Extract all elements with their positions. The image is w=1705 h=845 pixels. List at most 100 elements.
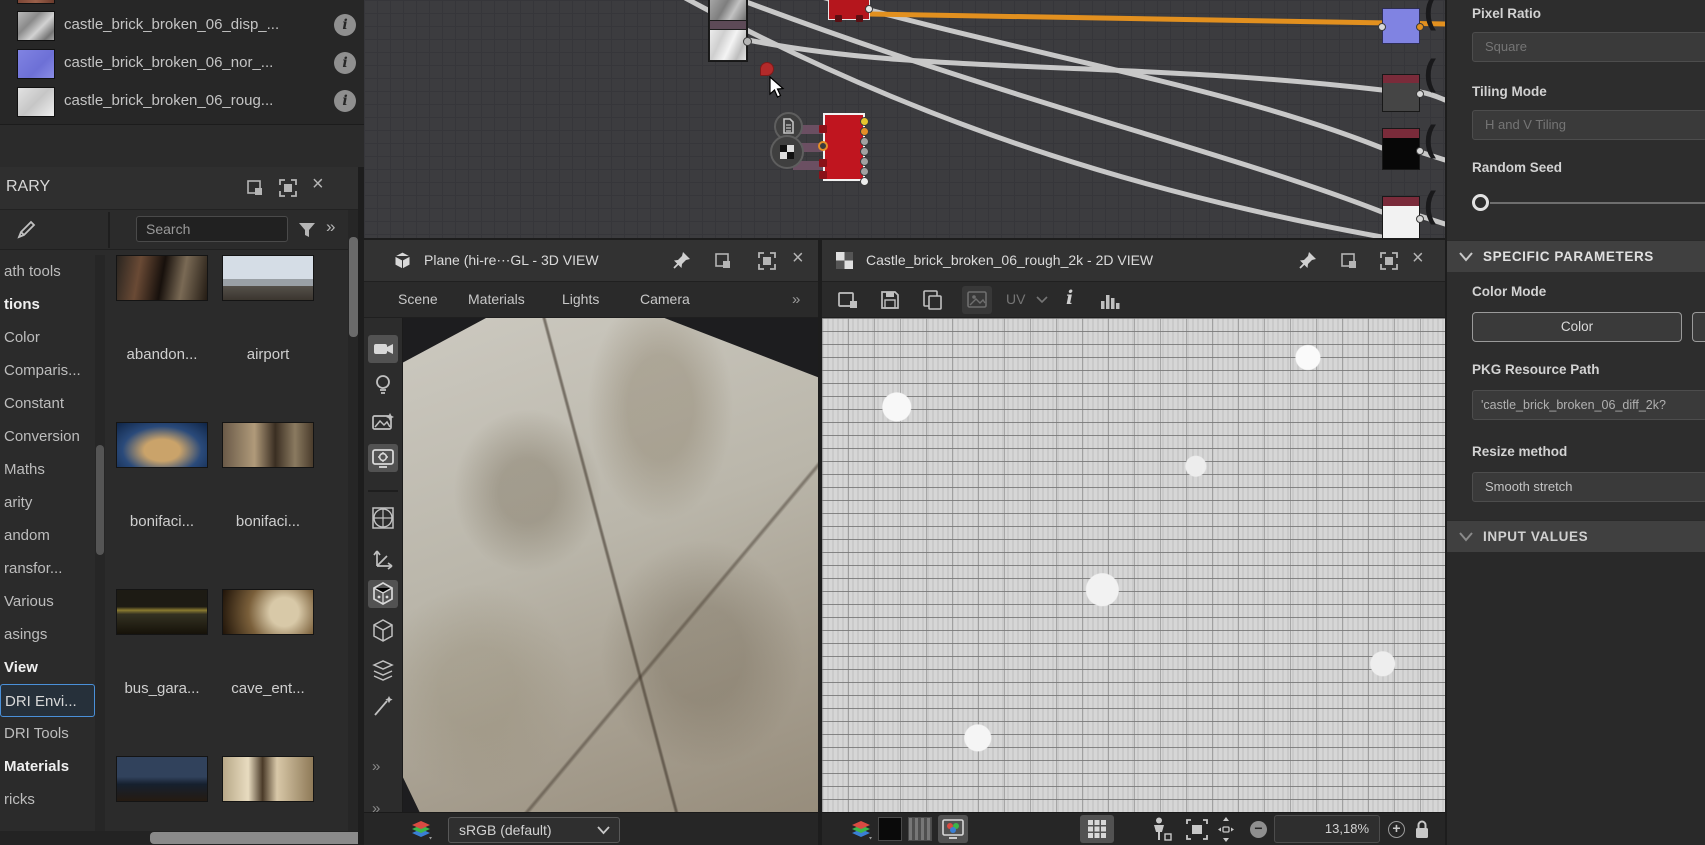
asset-item[interactable]: abandon... — [112, 240, 212, 407]
category-item[interactable]: ath tools — [0, 255, 95, 288]
input-port[interactable] — [819, 171, 827, 179]
asset-item[interactable]: bus_gara... — [112, 574, 212, 741]
category-item[interactable]: DRI Tools — [0, 717, 95, 750]
category-item[interactable]: andom — [0, 519, 95, 552]
information-icon[interactable]: i — [1066, 287, 1073, 309]
slider-knob[interactable] — [1472, 194, 1489, 211]
view2d-titlebar[interactable]: Castle_brick_broken_06_rough_2k - 2D VIE… — [822, 240, 1445, 282]
asset-item[interactable] — [112, 741, 212, 845]
slider-track[interactable] — [1490, 202, 1705, 204]
zoom-out-button[interactable]: − — [1250, 821, 1267, 838]
node-graph-canvas[interactable]: ( ( ( ( — [364, 0, 1445, 240]
fit-selection-icon[interactable] — [1184, 817, 1210, 842]
uv-mode-dropdown[interactable]: UV — [1006, 291, 1048, 307]
input-port[interactable] — [819, 159, 827, 167]
category-item[interactable]: Constant — [0, 387, 95, 420]
close-icon[interactable]: × — [312, 173, 334, 195]
info-icon[interactable]: i — [334, 90, 356, 112]
display-settings-button[interactable] — [368, 444, 398, 472]
save-icon[interactable] — [878, 288, 902, 312]
float-window-icon[interactable] — [244, 177, 266, 199]
textured-plane-3d[interactable] — [403, 318, 818, 812]
display-gamma-button[interactable] — [938, 815, 968, 843]
category-item[interactable]: Various — [0, 585, 95, 618]
light-bulb-button[interactable] — [368, 370, 398, 398]
view2d-viewport-brick-texture[interactable] — [822, 318, 1445, 812]
image-view-button-disabled[interactable] — [962, 286, 992, 314]
environment-image-button[interactable] — [368, 408, 398, 436]
mannequin-scale-icon[interactable] — [1148, 816, 1174, 843]
grayscale-mode-button-partial[interactable] — [1692, 312, 1705, 342]
pin-icon[interactable] — [672, 250, 692, 270]
colorspace-dropdown[interactable]: sRGB (default) — [448, 817, 620, 843]
zoom-actual-size-icon[interactable] — [1214, 816, 1238, 843]
graph-node-white[interactable] — [1382, 196, 1424, 238]
graph-node-normal-map[interactable] — [1378, 8, 1424, 44]
lock-icon[interactable] — [1412, 818, 1432, 842]
resource-row[interactable]: castle_brick_broken_06_disp_... i — [0, 10, 364, 43]
node-port[interactable] — [835, 15, 842, 22]
random-seed-slider[interactable] — [1472, 190, 1705, 216]
resource-row[interactable]: castle_brick_broken_06_roug... i — [0, 86, 364, 119]
colorspace-layers-icon[interactable] — [408, 817, 434, 843]
output-port[interactable] — [860, 147, 869, 156]
output-port[interactable] — [1416, 215, 1424, 223]
view3d-titlebar[interactable]: Plane (hi-re⋯GL - 3D VIEW × — [364, 240, 818, 282]
menu-materials[interactable]: Materials — [468, 291, 525, 307]
output-port[interactable] — [1416, 90, 1424, 98]
zoom-in-button[interactable]: + — [1388, 821, 1405, 838]
zoom-level-field[interactable]: 13,18% — [1274, 815, 1380, 843]
layers-button[interactable] — [368, 656, 398, 684]
input-port[interactable] — [1378, 23, 1386, 31]
category-item[interactable]: ricks — [0, 783, 95, 816]
float-window-icon[interactable] — [712, 250, 734, 272]
colorspace-layers-icon[interactable] — [848, 817, 874, 843]
background-color-swatch-striped[interactable] — [908, 817, 932, 841]
node-badge-checker-icon[interactable] — [770, 135, 804, 169]
input-port[interactable] — [819, 125, 827, 133]
output-port[interactable] — [860, 117, 869, 126]
filter-funnel-icon[interactable] — [296, 219, 318, 241]
background-color-swatch-black[interactable] — [878, 817, 902, 841]
float-window-icon[interactable] — [1338, 250, 1360, 272]
info-icon[interactable]: i — [334, 14, 356, 36]
node-port[interactable] — [856, 15, 863, 22]
view3d-viewport[interactable] — [403, 318, 818, 812]
category-item[interactable]: Maths — [0, 453, 95, 486]
input-port[interactable] — [818, 141, 828, 151]
node-port[interactable] — [865, 5, 873, 13]
output-port[interactable] — [860, 167, 869, 176]
menu-camera[interactable]: Camera — [640, 291, 690, 307]
tiling-grid-button[interactable] — [1080, 815, 1114, 843]
category-item[interactable]: ransfor... — [0, 552, 95, 585]
category-item[interactable]: arity — [0, 486, 95, 519]
asset-item[interactable]: airport — [218, 240, 318, 407]
close-icon[interactable]: × — [792, 247, 814, 269]
wand-button[interactable] — [368, 692, 398, 720]
category-item[interactable]: View — [0, 651, 95, 684]
output-port[interactable] — [860, 137, 869, 146]
close-icon[interactable]: × — [1412, 247, 1434, 269]
category-item[interactable]: Comparis... — [0, 354, 95, 387]
graph-node-red-selected[interactable] — [818, 113, 869, 186]
histogram-icon[interactable] — [1098, 289, 1122, 311]
asset-item[interactable]: bonifaci... — [112, 407, 212, 574]
export-image-icon[interactable] — [836, 289, 860, 311]
maximize-icon[interactable] — [277, 177, 299, 199]
output-port[interactable] — [743, 37, 752, 46]
section-specific-parameters[interactable]: SPECIFIC PARAMETERS — [1447, 240, 1705, 272]
graph-node-red-top[interactable] — [828, 0, 873, 22]
wireframe-sphere-button[interactable] — [368, 504, 398, 532]
pencil-icon[interactable] — [14, 218, 38, 242]
horizontal-scrollbar-thumb[interactable] — [150, 832, 362, 844]
output-port[interactable] — [860, 177, 869, 186]
camera-view-button[interactable] — [368, 335, 398, 363]
category-item[interactable]: asings — [0, 618, 95, 651]
output-port[interactable] — [1416, 147, 1424, 155]
asset-item[interactable]: bonifaci... — [218, 407, 318, 574]
cube-dots-button[interactable] — [368, 580, 398, 608]
output-port[interactable] — [860, 127, 869, 136]
toolbar-expander-chevrons[interactable]: » — [372, 758, 380, 775]
category-scrollbar-thumb[interactable] — [96, 445, 104, 555]
paste-icon[interactable] — [920, 288, 944, 312]
